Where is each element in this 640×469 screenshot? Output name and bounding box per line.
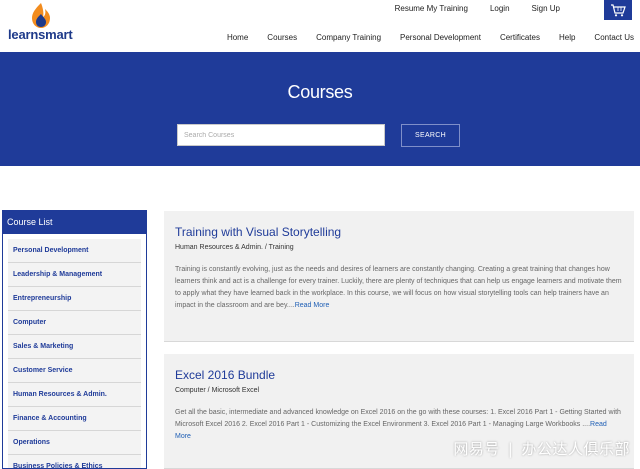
nav-help[interactable]: Help <box>559 33 575 42</box>
sidebar-item-sales-marketing[interactable]: Sales & Marketing <box>8 335 141 359</box>
main-nav: Home Courses Company Training Personal D… <box>208 33 634 42</box>
site-header: learnsmart Resume My Training Login Sign… <box>0 0 640 52</box>
course-category: Computer / Microsoft Excel <box>175 387 260 394</box>
sidebar-title: Course List <box>2 210 147 234</box>
course-description-text: Get all the basic, intermediate and adva… <box>175 409 621 428</box>
nav-company-training[interactable]: Company Training <box>316 33 381 42</box>
login-link[interactable]: Login <box>490 4 510 13</box>
cart-button[interactable] <box>604 0 632 20</box>
course-title[interactable]: Excel 2016 Bundle <box>175 368 624 382</box>
sidebar-item-personal-development[interactable]: Personal Development <box>8 239 141 263</box>
watermark-right: 办公达人俱乐部 <box>521 440 630 458</box>
nav-personal-development[interactable]: Personal Development <box>400 33 481 42</box>
flame-logo-icon <box>32 3 50 28</box>
nav-home[interactable]: Home <box>227 33 248 42</box>
page-title: Courses <box>287 82 353 102</box>
course-title[interactable]: Training with Visual Storytelling <box>175 225 624 239</box>
sidebar-item-customer-service[interactable]: Customer Service <box>8 359 141 383</box>
course-description-text: Training is constantly evolving, just as… <box>175 266 622 309</box>
nav-courses[interactable]: Courses <box>267 33 297 42</box>
watermark-separator: | <box>507 440 514 458</box>
sidebar-item-entrepreneurship[interactable]: Entrepreneurship <box>8 287 141 311</box>
sidebar-list: Personal Development Leadership & Manage… <box>2 234 147 469</box>
read-more-link[interactable]: Read More <box>295 302 330 309</box>
nav-contact-us[interactable]: Contact Us <box>594 33 634 42</box>
signup-link[interactable]: Sign Up <box>532 4 560 13</box>
brand-name: learnsmart <box>8 27 73 42</box>
sidebar-item-finance-accounting[interactable]: Finance & Accounting <box>8 407 141 431</box>
course-card: Training with Visual Storytelling Human … <box>164 211 634 342</box>
courses-banner: Courses SEARCH <box>0 52 640 166</box>
resume-training-link[interactable]: Resume My Training <box>395 4 468 13</box>
course-description: Training is constantly evolving, just as… <box>175 264 624 312</box>
cart-icon <box>611 3 626 16</box>
sidebar-item-computer[interactable]: Computer <box>8 311 141 335</box>
top-links: Resume My Training Login Sign Up <box>373 4 560 13</box>
watermark: 网易号 | 办公达人俱乐部 <box>453 438 630 459</box>
nav-certificates[interactable]: Certificates <box>500 33 540 42</box>
logo[interactable]: learnsmart <box>8 3 74 43</box>
sidebar-item-business-policies[interactable]: Business Policies & Ethics <box>8 455 141 468</box>
search-input[interactable] <box>177 124 385 146</box>
sidebar-item-human-resources[interactable]: Human Resources & Admin. <box>8 383 141 407</box>
sidebar-item-leadership-management[interactable]: Leadership & Management <box>8 263 141 287</box>
course-list-sidebar: Course List Personal Development Leaders… <box>2 210 147 469</box>
sidebar-item-operations[interactable]: Operations <box>8 431 141 455</box>
watermark-left: 网易号 <box>453 440 500 458</box>
course-category: Human Resources & Admin. / Training <box>175 244 294 251</box>
search-button[interactable]: SEARCH <box>401 124 460 147</box>
